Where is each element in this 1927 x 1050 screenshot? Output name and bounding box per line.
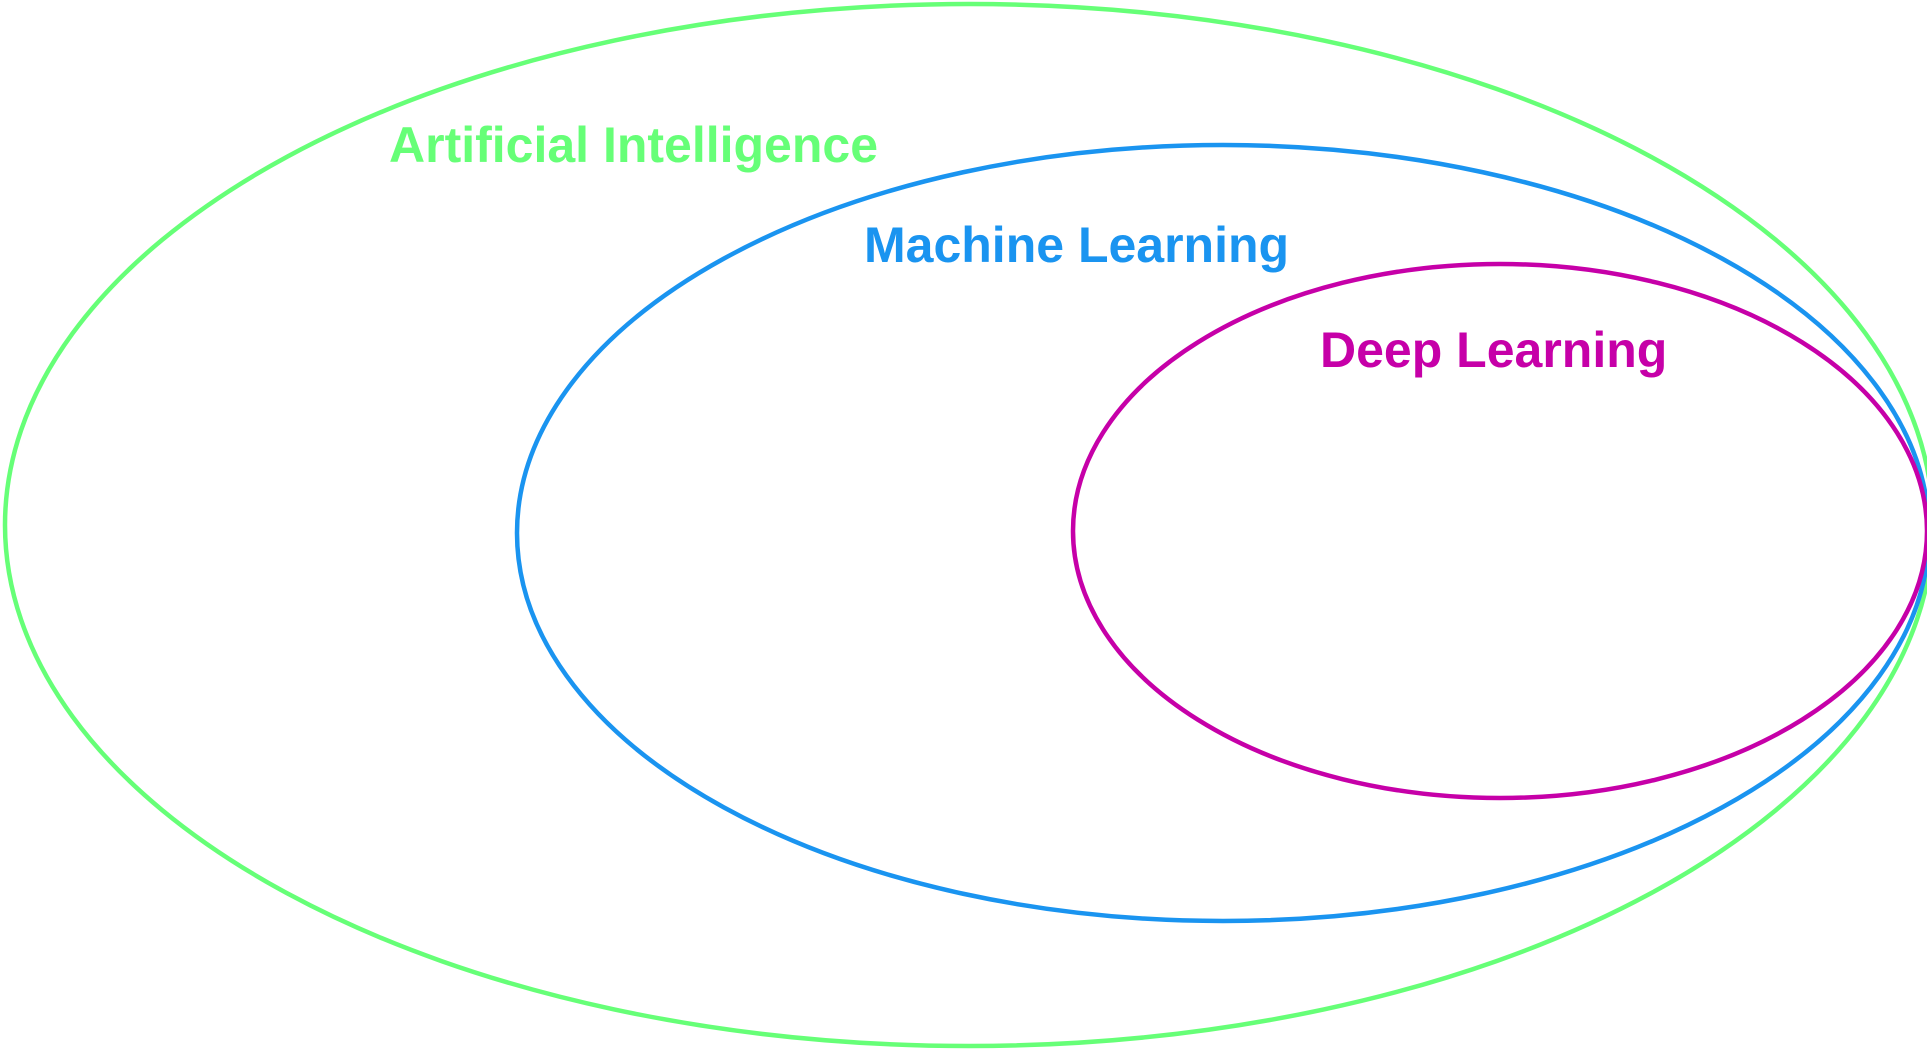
dl-label: Deep Learning	[1320, 322, 1667, 378]
ai-set-ellipse	[3, 1, 1927, 1049]
nested-sets-diagram: Artificial Intelligence Machine Learning…	[3, 1, 1927, 1049]
ml-label: Machine Learning	[864, 217, 1289, 273]
ai-label: Artificial Intelligence	[389, 117, 878, 173]
